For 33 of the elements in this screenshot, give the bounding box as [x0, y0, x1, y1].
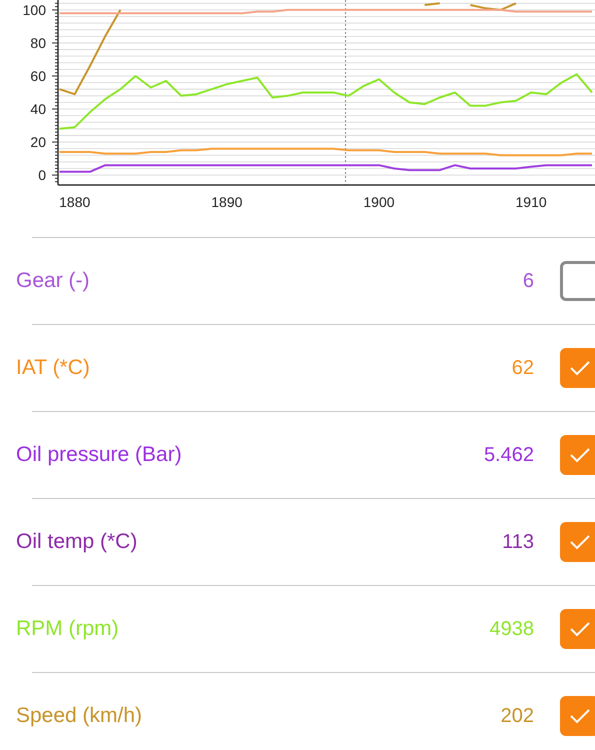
checkbox[interactable]: [560, 522, 595, 562]
check-icon: [569, 360, 591, 376]
y-tick-label: 60: [30, 68, 46, 84]
checkbox[interactable]: [560, 696, 595, 736]
y-tick-label: 80: [30, 34, 46, 51]
checkbox[interactable]: [560, 435, 595, 475]
check-icon: [569, 621, 591, 637]
channel-name: IAT (*C): [16, 355, 91, 382]
y-tick-label: 0: [38, 167, 46, 184]
y-tick-label: 100: [22, 2, 46, 18]
check-icon: [569, 447, 591, 463]
checkbox[interactable]: [560, 609, 595, 649]
channel-name: Gear (-): [16, 268, 90, 294]
checkbox[interactable]: [560, 261, 595, 301]
channel-value: 5.462: [484, 443, 534, 468]
channel-name: Oil temp (*C): [16, 529, 138, 556]
checkbox[interactable]: [560, 348, 595, 388]
check-icon: [569, 534, 591, 550]
x-tick-label: 1880: [59, 194, 90, 210]
channel-name: Speed (km/h): [16, 703, 144, 730]
channel-value: 202: [500, 704, 534, 729]
y-tick-label: 40: [30, 101, 46, 118]
channel-value: 4938: [490, 617, 534, 642]
channel-value: 6: [522, 269, 534, 294]
y-tick-label: 20: [30, 134, 46, 150]
channel-value: 62: [512, 356, 534, 381]
channel-name: RPM (rpm): [16, 616, 120, 642]
check-icon: [569, 708, 591, 724]
channel-value: 113: [502, 530, 534, 555]
x-tick-label: 1900: [363, 194, 395, 210]
channel-name: Oil pressure (Bar): [16, 442, 183, 468]
x-tick-label: 1890: [211, 194, 242, 210]
x-tick-label: 1910: [516, 194, 547, 210]
